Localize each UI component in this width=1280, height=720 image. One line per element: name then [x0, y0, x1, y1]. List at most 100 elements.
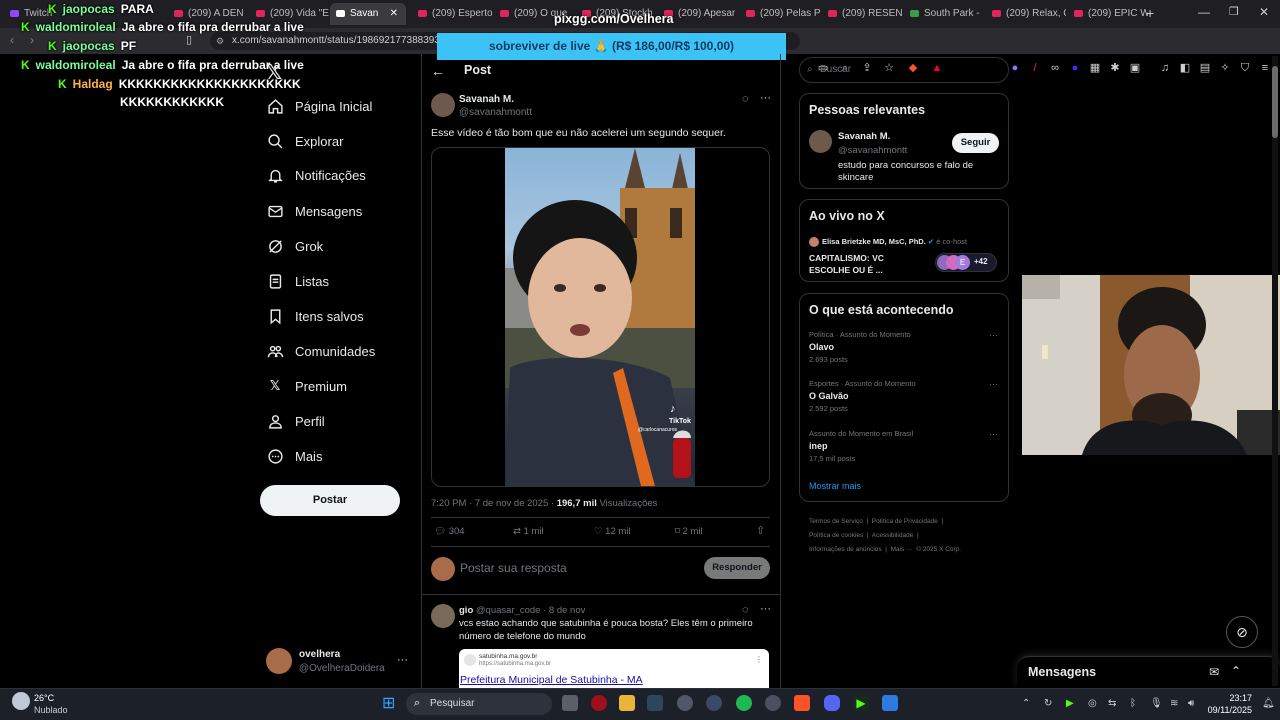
show-more-link[interactable]: Mostrar mais	[809, 481, 861, 491]
app-icon[interactable]	[677, 695, 693, 711]
close-window-icon[interactable]: ✕	[1259, 5, 1269, 19]
file-explorer-icon[interactable]	[619, 695, 635, 711]
post-more-icon[interactable]: ···	[760, 92, 771, 104]
nav-communities[interactable]: Comunidades	[266, 338, 375, 364]
extension-icon[interactable]: ●	[1008, 61, 1022, 75]
back-icon[interactable]: ‹	[10, 33, 14, 47]
browser-tab[interactable]: (209) RESEN	[822, 3, 902, 25]
browser-tab[interactable]: South Park -	[904, 3, 984, 25]
live-on-x-card[interactable]: Ao vivo no X Elisa Brietzke MD, MsC, PhD…	[799, 199, 1009, 282]
browser-tab[interactable]: (209) Pelas P	[740, 3, 820, 25]
reply-input[interactable]: Postar sua resposta	[460, 561, 567, 575]
link-preview-card[interactable]: satubinha.ma.gov.br https://satubinha.ma…	[459, 649, 769, 688]
volume-icon[interactable]: 🔊︎	[1188, 698, 1194, 709]
nav-profile[interactable]: Perfil	[266, 408, 325, 434]
trend-item[interactable]: Política · Assunto do Momento Olavo 2.69…	[809, 330, 1004, 364]
video-player[interactable]: ♪ TikTok @carlocanacuros	[505, 148, 695, 486]
post-button[interactable]: Postar	[260, 485, 400, 516]
author-avatar[interactable]	[431, 93, 455, 117]
link-title[interactable]: Prefeitura Municipal de Satubinha - MA	[460, 674, 643, 686]
trend-item[interactable]: Assunto do Momento em Brasil inep 17,5 m…	[809, 429, 1004, 463]
author-name[interactable]: Savanah M.	[459, 94, 514, 105]
expand-up-icon[interactable]: ⌃	[1231, 664, 1241, 678]
wifi-icon[interactable]: ≋	[1170, 698, 1178, 709]
app-icon[interactable]	[765, 695, 781, 711]
maximize-icon[interactable]: ❐	[1229, 5, 1239, 18]
share-icon[interactable]: ⇧	[756, 524, 765, 537]
relevant-handle[interactable]: @savanahmontt	[838, 145, 907, 156]
like-action[interactable]: ♡ 12 mil	[594, 526, 631, 537]
bluetooth-icon[interactable]: ᛒ	[1130, 698, 1136, 709]
nav-lists[interactable]: Listas	[266, 268, 329, 294]
trend-item[interactable]: Esportes · Assunto do Momento O Galvão 2…	[809, 379, 1004, 413]
nav-premium[interactable]: 𝕏 Premium	[266, 373, 347, 399]
new-tab-icon[interactable]: +	[1146, 5, 1154, 21]
media-icon[interactable]: ♫	[1158, 61, 1172, 75]
account-avatar[interactable]	[266, 648, 292, 674]
leo-icon[interactable]: ✧	[1218, 61, 1232, 75]
taskbar-search[interactable]: ⌕ Pesquisar	[406, 693, 552, 715]
extension-icon[interactable]: ●	[1068, 61, 1082, 75]
grok-explain-icon[interactable]: ◌	[742, 93, 749, 105]
vpn-icon[interactable]: ⛉	[1238, 61, 1252, 75]
tray-icon[interactable]: ◎	[1088, 698, 1097, 709]
reply-avatar[interactable]	[431, 604, 455, 628]
browser-tab[interactable]: (209) EPIC W	[1068, 3, 1148, 25]
extension-icon[interactable]: ∞	[1048, 61, 1062, 75]
steam-icon[interactable]	[647, 695, 663, 711]
menu-icon[interactable]: ≡	[1258, 61, 1272, 75]
tray-icon[interactable]: ▶	[1066, 698, 1074, 709]
reply-button[interactable]: Responder	[704, 557, 770, 579]
clock-time[interactable]: 23:17	[1207, 693, 1252, 703]
reply-more-icon[interactable]: ···	[760, 603, 771, 615]
extension-icon[interactable]: ▣	[1128, 61, 1142, 75]
discord-icon[interactable]	[824, 695, 840, 711]
microphone-icon[interactable]: 🎙︎	[1150, 698, 1163, 709]
relevant-avatar[interactable]	[809, 130, 832, 153]
nav-bookmarks[interactable]: Itens salvos	[266, 303, 364, 329]
repost-action[interactable]: ⇄ 1 mil	[513, 526, 544, 537]
account-more-icon[interactable]: ···	[397, 654, 408, 666]
wallet-icon[interactable]: ▤	[1198, 61, 1212, 75]
app-icon[interactable]	[882, 695, 898, 711]
page-scrollbar[interactable]	[1272, 56, 1278, 686]
new-message-icon[interactable]: ✉	[1209, 665, 1219, 679]
kick-app-icon[interactable]: ▶	[853, 695, 869, 711]
spotify-icon[interactable]	[736, 695, 752, 711]
trend-more-icon[interactable]: ···	[989, 429, 998, 439]
x-logo-icon[interactable]: 𝕏	[266, 60, 282, 85]
nav-more[interactable]: Mais	[266, 443, 322, 469]
reply-action[interactable]: 💬︎ 304	[434, 526, 465, 537]
close-tab-icon[interactable]: ✕	[390, 3, 398, 25]
relevant-name[interactable]: Savanah M.	[838, 131, 890, 142]
sidebar-icon[interactable]: ◧	[1178, 61, 1192, 75]
tray-expand-icon[interactable]: ⌃	[1022, 698, 1030, 709]
brave-icon[interactable]	[794, 695, 810, 711]
nav-notifications[interactable]: Notificações	[266, 162, 366, 188]
tray-icon[interactable]: ↻	[1044, 698, 1052, 709]
site-info-icon[interactable]: ⚙	[216, 32, 224, 50]
nav-messages[interactable]: Mensagens	[266, 198, 362, 224]
task-view-icon[interactable]	[562, 695, 578, 711]
grok-explain-icon[interactable]: ◌	[742, 604, 749, 616]
bookmark-icon[interactable]: ▯	[186, 33, 192, 46]
author-handle[interactable]: @savanahmontt	[459, 107, 532, 118]
search-input[interactable]: ⌕ Buscar	[799, 57, 1009, 83]
bookmark-action[interactable]: ⌑ 2 mil	[675, 526, 703, 537]
extension-icon[interactable]: /	[1028, 61, 1042, 75]
windows-start-icon[interactable]: ⊞	[382, 696, 395, 712]
clock-date[interactable]: 09/11/2025	[1207, 705, 1252, 715]
browser-tab-active[interactable]: Savan ✕	[330, 3, 406, 25]
messages-drawer[interactable]: Mensagens ✉ ⌃	[1017, 656, 1280, 688]
browser-tab[interactable]: (209) Relax, C	[986, 3, 1066, 25]
follow-button[interactable]: Seguir	[952, 133, 999, 153]
nav-explore[interactable]: Explorar	[266, 128, 343, 154]
extension-icon[interactable]: ▦	[1088, 61, 1102, 75]
browser-tab[interactable]: (209) Esperto	[412, 3, 492, 25]
app-icon[interactable]	[706, 695, 722, 711]
nav-home[interactable]: Página Inicial	[266, 93, 372, 119]
link-more-icon[interactable]: ⋮	[755, 655, 763, 664]
nav-grok[interactable]: Grok	[266, 233, 323, 259]
opera-icon[interactable]	[591, 695, 607, 711]
trend-more-icon[interactable]: ···	[989, 379, 998, 389]
